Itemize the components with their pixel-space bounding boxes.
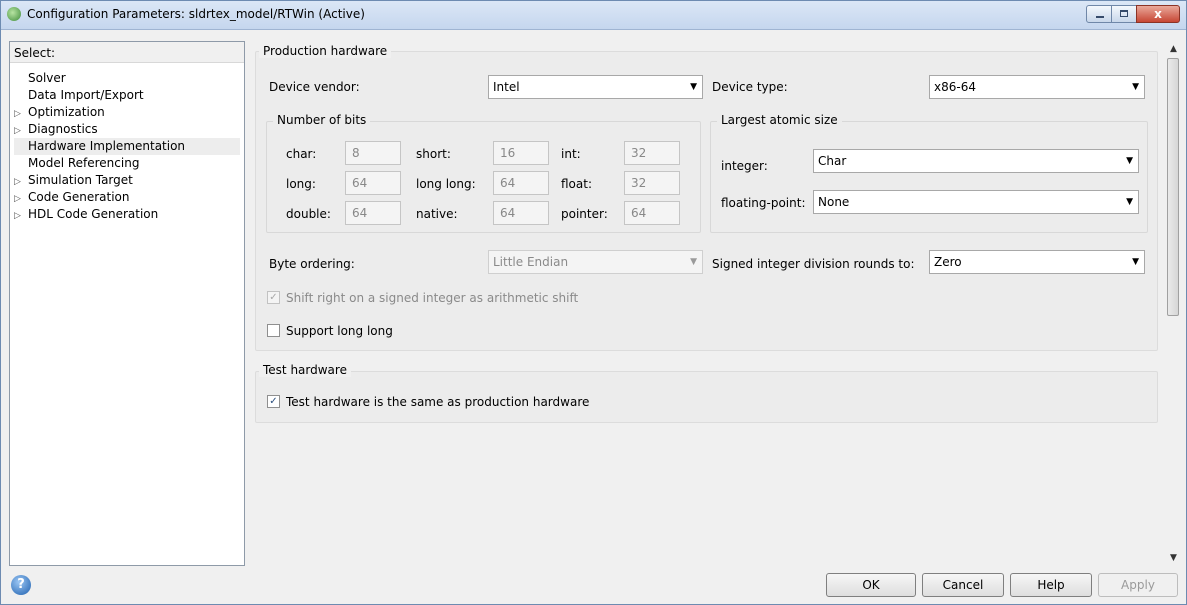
close-icon: x [1154, 7, 1162, 21]
int-bits-field[interactable]: 32 [624, 141, 680, 165]
tree-item-label: Diagnostics [28, 122, 98, 136]
long-bits-field[interactable]: 64 [345, 171, 401, 195]
cancel-button[interactable]: Cancel [922, 573, 1004, 597]
floating-point-atomic-value: None [818, 195, 850, 209]
byte-ordering-select[interactable]: Little Endian ▼ [488, 250, 703, 274]
long-label: long: [286, 177, 316, 191]
tree-item-label: Optimization [28, 105, 105, 119]
support-long-long-label: Support long long [286, 324, 393, 338]
tree-item-optimization[interactable]: ▷ Optimization [14, 104, 240, 121]
pointer-bits-field[interactable]: 64 [624, 201, 680, 225]
tree-header: Select: [10, 42, 244, 63]
char-bits-field[interactable]: 8 [345, 141, 401, 165]
app-icon [7, 7, 21, 21]
pointer-label: pointer: [561, 207, 608, 221]
category-tree: Select: Solver Data Import/Export ▷ Optim… [9, 41, 245, 566]
tree-item-hardware-implementation[interactable]: Hardware Implementation [14, 138, 240, 155]
tree-item-hdl-code-generation[interactable]: ▷ HDL Code Generation [14, 206, 240, 223]
tree-item-label: Simulation Target [28, 173, 133, 187]
device-type-select[interactable]: x86-64 ▼ [929, 75, 1145, 99]
char-label: char: [286, 147, 317, 161]
short-label: short: [416, 147, 451, 161]
support-long-long-checkbox[interactable] [267, 324, 280, 337]
division-rounding-value: Zero [934, 255, 962, 269]
minimize-button[interactable] [1086, 5, 1112, 23]
scroll-down-icon[interactable]: ▼ [1165, 550, 1182, 566]
double-bits-field[interactable]: 64 [345, 201, 401, 225]
close-button[interactable]: x [1136, 5, 1180, 23]
device-vendor-select[interactable]: Intel ▼ [488, 75, 703, 99]
vertical-scrollbar[interactable]: ▲ ▼ [1165, 41, 1182, 566]
dropdown-arrow-icon: ▼ [1132, 82, 1139, 92]
tree-item-label: Solver [28, 71, 66, 85]
tree-item-diagnostics[interactable]: ▷ Diagnostics [14, 121, 240, 138]
test-hardware-same-checkbox[interactable]: ✓ [267, 395, 280, 408]
largest-atomic-size-title: Largest atomic size [717, 113, 842, 127]
config-dialog: Configuration Parameters: sldrtex_model/… [0, 0, 1187, 605]
tree-item-solver[interactable]: Solver [14, 70, 240, 87]
byte-ordering-label: Byte ordering: [269, 257, 355, 271]
native-bits-field[interactable]: 64 [493, 201, 549, 225]
test-hardware-same-label: Test hardware is the same as production … [286, 395, 590, 409]
apply-button[interactable]: Apply [1098, 573, 1178, 597]
division-rounding-select[interactable]: Zero ▼ [929, 250, 1145, 274]
largest-atomic-size-group [710, 121, 1148, 233]
ok-button[interactable]: OK [826, 573, 916, 597]
expand-arrow-icon[interactable]: ▷ [14, 208, 28, 225]
float-bits-field[interactable]: 32 [624, 171, 680, 195]
window-controls: x [1086, 5, 1180, 25]
device-vendor-label: Device vendor: [269, 80, 360, 94]
integer-label: integer: [721, 159, 768, 173]
native-label: native: [416, 207, 458, 221]
tree-item-label: Hardware Implementation [28, 139, 186, 153]
tree-header-label: Select: [14, 46, 56, 60]
tree-item-label: Data Import/Export [28, 88, 144, 102]
tree-item-code-generation[interactable]: ▷ Code Generation [14, 189, 240, 206]
dropdown-arrow-icon: ▼ [690, 257, 697, 267]
floating-point-label: floating-point: [721, 196, 806, 210]
shift-right-label: Shift right on a signed integer as arith… [286, 291, 579, 305]
maximize-button[interactable] [1111, 5, 1137, 23]
dropdown-arrow-icon: ▼ [690, 82, 697, 92]
production-hardware-title: Production hardware [259, 44, 392, 58]
tree-item-label: Model Referencing [28, 156, 140, 170]
scroll-thumb[interactable] [1167, 58, 1179, 316]
device-vendor-value: Intel [493, 80, 520, 94]
scroll-up-icon[interactable]: ▲ [1165, 41, 1182, 57]
help-icon[interactable]: ? [11, 575, 31, 595]
short-bits-field[interactable]: 16 [493, 141, 549, 165]
double-label: double: [286, 207, 331, 221]
tree-item-model-referencing[interactable]: Model Referencing [14, 155, 240, 172]
byte-ordering-value: Little Endian [493, 255, 569, 269]
device-type-label: Device type: [712, 80, 788, 94]
long-long-bits-field[interactable]: 64 [493, 171, 549, 195]
integer-atomic-select[interactable]: Char ▼ [813, 149, 1139, 173]
floating-point-atomic-select[interactable]: None ▼ [813, 190, 1139, 214]
float-label: float: [561, 177, 593, 191]
dropdown-arrow-icon: ▼ [1126, 156, 1133, 166]
maximize-icon [1120, 10, 1128, 17]
window-title: Configuration Parameters: sldrtex_model/… [27, 7, 365, 21]
tree-item-label: Code Generation [28, 190, 130, 204]
int-label: int: [561, 147, 581, 161]
test-hardware-title: Test hardware [259, 363, 351, 377]
help-button[interactable]: Help [1010, 573, 1092, 597]
tree-item-simulation-target[interactable]: ▷ Simulation Target [14, 172, 240, 189]
division-rounding-label: Signed integer division rounds to: [712, 257, 915, 271]
tree-item-data-import-export[interactable]: Data Import/Export [14, 87, 240, 104]
minimize-icon [1096, 16, 1104, 18]
dropdown-arrow-icon: ▼ [1132, 257, 1139, 267]
shift-right-checkbox[interactable]: ✓ [267, 291, 280, 304]
integer-atomic-value: Char [818, 154, 847, 168]
title-bar[interactable]: Configuration Parameters: sldrtex_model/… [1, 1, 1186, 30]
device-type-value: x86-64 [934, 80, 976, 94]
dropdown-arrow-icon: ▼ [1126, 197, 1133, 207]
number-of-bits-title: Number of bits [273, 113, 371, 127]
tree-item-label: HDL Code Generation [28, 207, 159, 221]
long-long-label: long long: [416, 177, 476, 191]
